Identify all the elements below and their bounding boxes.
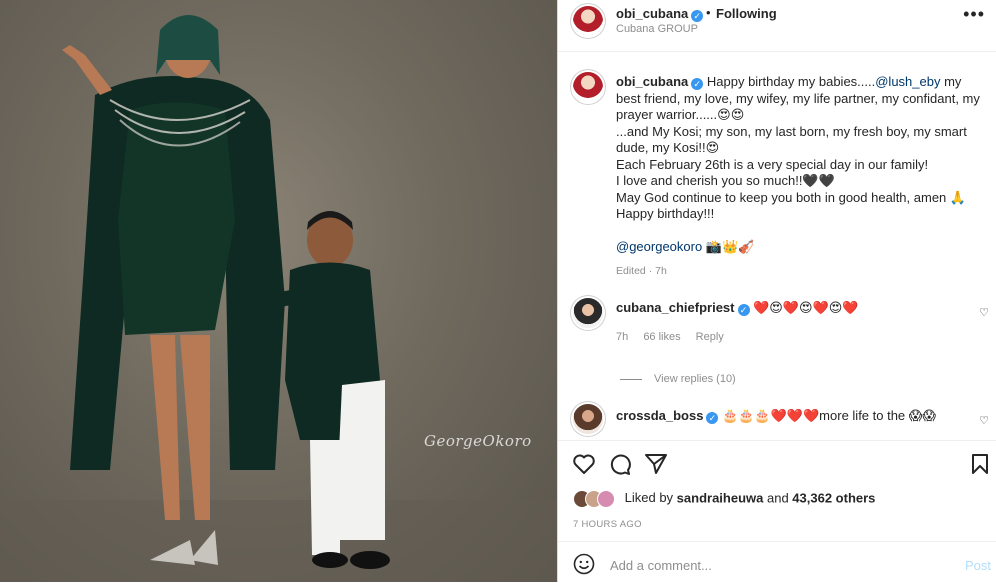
comment-likes[interactable]: 66 likes [643, 331, 680, 343]
likers-avatars[interactable] [573, 490, 615, 508]
verified-badge-icon: ✓ [691, 10, 704, 22]
likes-middle: and [763, 490, 793, 506]
likes-prefix: Liked by [624, 490, 677, 506]
view-replies-label: View replies (10) [654, 373, 736, 385]
commenter-avatar[interactable] [573, 404, 603, 434]
replies-divider-line [620, 378, 642, 380]
comment-time[interactable]: 7h [616, 331, 628, 343]
photo-illustration [0, 15, 557, 582]
verified-badge-icon: ✓ [737, 304, 750, 316]
caption-text: I love and cherish you so much!!🖤🖤 [616, 173, 835, 188]
following-button[interactable]: Following [716, 6, 777, 21]
smiley-icon[interactable] [573, 553, 595, 575]
comment-item: cubana_chiefpriest ✓ ❤️😍❤️😍❤️😍❤️ [616, 300, 859, 316]
more-options-icon[interactable]: ••• [963, 4, 985, 25]
reply-button[interactable]: Reply [696, 331, 724, 343]
post-side-panel: obi_cubana ✓ • Following Cubana GROUP •••… [557, 0, 996, 582]
mention-link[interactable]: @lush_eby [875, 74, 940, 89]
verified-badge-icon: ✓ [691, 78, 704, 90]
photographer-watermark: GeorgeOkoro [424, 432, 532, 450]
post-comment-button[interactable]: Post [965, 558, 991, 573]
author-username-row[interactable]: obi_cubana ✓ [616, 6, 704, 22]
likes-others-count[interactable]: 43,362 others [792, 490, 875, 505]
commenter-username[interactable]: crossda_boss [616, 408, 703, 423]
bookmark-icon[interactable] [970, 453, 990, 475]
caption-text: Happy birthday!!! [616, 206, 715, 221]
paper-plane-icon[interactable] [644, 453, 668, 475]
add-comment-bar: Post [558, 541, 996, 583]
author-avatar[interactable] [573, 6, 603, 36]
caption-text: 📸👑🎻 [702, 238, 755, 254]
commenter-avatar[interactable] [573, 298, 603, 328]
comment-like-heart-icon[interactable]: ♡ [979, 414, 989, 427]
comment-input[interactable] [608, 553, 942, 577]
caption-text: ...and My Kosi; my son, my last born, my… [616, 123, 967, 156]
separator-dot: • [706, 5, 711, 20]
caption-author-avatar[interactable] [573, 72, 603, 102]
comment-like-heart-icon[interactable]: ♡ [979, 306, 989, 319]
liker-avatar [597, 490, 615, 508]
comment-icon[interactable] [608, 453, 632, 475]
post-caption: obi_cubana ✓ Happy birthday my babies....… [616, 74, 986, 255]
comment-text: 🎂🎂🎂❤️❤️❤️more life to the 😱😱 [722, 408, 936, 423]
caption-username[interactable]: obi_cubana [616, 74, 688, 89]
liker-username[interactable]: sandraiheuwa [677, 490, 764, 505]
caption-text: Happy birthday my babies..... [706, 74, 876, 89]
post-actions: Liked by sandraiheuwa and 43,362 others … [558, 440, 996, 541]
post-photo[interactable]: GeorgeOkoro [0, 0, 557, 582]
view-replies-button[interactable]: View replies (10) [620, 373, 736, 385]
comment-meta: 7h 66 likes Reply [616, 331, 736, 343]
comments-list[interactable]: obi_cubana ✓ Happy birthday my babies....… [558, 52, 996, 438]
mention-link[interactable]: @georgeokoro [616, 239, 702, 254]
comment-text: ❤️😍❤️😍❤️😍❤️ [753, 300, 859, 315]
author-username[interactable]: obi_cubana [616, 6, 688, 21]
comment-item: crossda_boss ✓ 🎂🎂🎂❤️❤️❤️more life to the … [616, 408, 936, 424]
likes-summary: Liked by sandraiheuwa and 43,362 others [573, 490, 875, 508]
commenter-username[interactable]: cubana_chiefpriest [616, 300, 735, 315]
location-subtitle[interactable]: Cubana GROUP [616, 23, 698, 35]
heart-icon[interactable] [572, 453, 596, 475]
post-header: obi_cubana ✓ • Following Cubana GROUP ••• [558, 0, 996, 52]
post-timestamp[interactable]: 7 HOURS AGO [573, 519, 642, 530]
verified-badge-icon: ✓ [706, 412, 719, 424]
caption-text: May God continue to keep you both in goo… [616, 189, 967, 205]
caption-text: Each February 26th is a very special day… [616, 156, 929, 172]
edited-timestamp: Edited · 7h [616, 265, 667, 277]
